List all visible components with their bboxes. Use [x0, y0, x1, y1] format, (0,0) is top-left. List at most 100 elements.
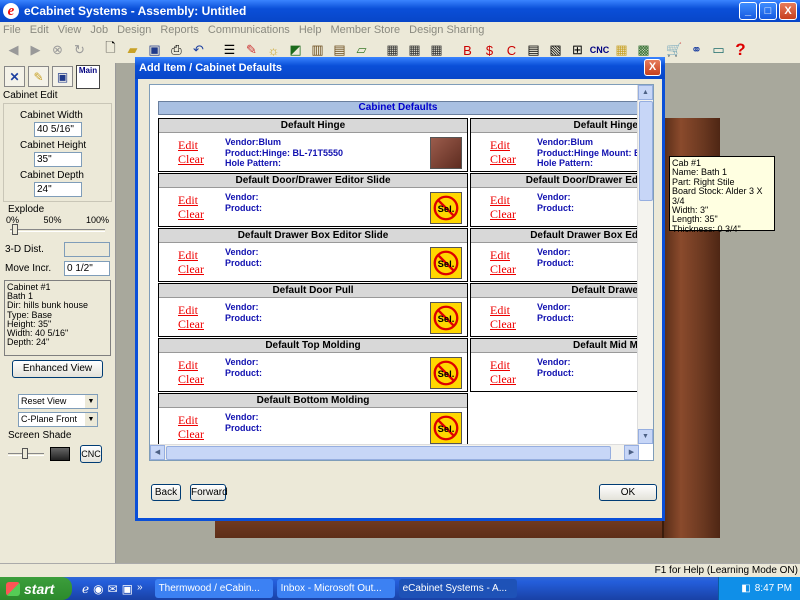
scroll-down-icon[interactable]: ▼ — [638, 429, 653, 444]
screen-shade-slider[interactable] — [8, 447, 44, 459]
clear-link[interactable]: Clear — [178, 152, 204, 166]
forward-arrow-icon[interactable]: ▶ — [26, 41, 45, 60]
cabinet-edit-group: Cabinet Width 40 5/16" Cabinet Height 35… — [3, 103, 112, 202]
status-bar: F1 for Help (Learning Mode ON) — [0, 563, 800, 577]
menu-edit[interactable]: Edit — [30, 24, 49, 36]
edit-link[interactable]: Edit — [178, 303, 204, 317]
horizontal-scrollbar[interactable]: ◀ ▶ — [150, 444, 639, 460]
reset-view-select[interactable]: Reset View ▼ — [18, 394, 98, 409]
new-file-icon[interactable]: 🗋 — [101, 40, 120, 60]
hole-pattern-text: Hole Pattern: — [537, 158, 594, 168]
menu-member-store[interactable]: Member Store — [330, 24, 400, 36]
cnc-button[interactable]: CNC — [80, 445, 102, 463]
tray-icon[interactable]: ◧ — [741, 583, 750, 594]
clear-link[interactable]: Clear — [490, 207, 516, 221]
edit-link[interactable]: Edit — [490, 248, 516, 262]
move-incr-input[interactable]: 0 1/2" — [64, 261, 110, 276]
menu-job[interactable]: Job — [90, 24, 108, 36]
product-text: Product:Hinge Mount: BL — [537, 147, 646, 158]
menu-reports[interactable]: Reports — [160, 24, 199, 36]
product-text: Product: — [537, 202, 574, 213]
outlook-icon[interactable]: ✉ — [108, 582, 118, 596]
ok-button[interactable]: OK — [599, 484, 657, 501]
maximize-button[interactable]: □ — [759, 2, 777, 20]
menu-help[interactable]: Help — [299, 24, 322, 36]
task-ecabinet[interactable]: eCabinet Systems - A... — [398, 579, 517, 598]
clear-link[interactable]: Clear — [178, 372, 204, 386]
select-icon[interactable]: Sel. — [430, 412, 462, 444]
clear-link[interactable]: Clear — [178, 207, 204, 221]
more-icon[interactable]: » — [137, 582, 143, 596]
vertical-scrollbar[interactable]: ▲ ▼ — [637, 85, 653, 444]
menu-communications[interactable]: Communications — [208, 24, 290, 36]
clear-link[interactable]: Clear — [490, 372, 516, 386]
select-icon[interactable]: Sel. — [430, 357, 462, 389]
forward-button[interactable]: Forward — [190, 484, 228, 501]
edit-link[interactable]: Edit — [178, 248, 204, 262]
close-button[interactable]: X — [779, 2, 797, 20]
select-icon[interactable]: Sel. — [430, 302, 462, 334]
select-icon[interactable]: Sel. — [430, 247, 462, 279]
cabinet-height-input[interactable]: 35" — [34, 152, 82, 167]
horizontal-scroll-thumb[interactable] — [166, 446, 611, 460]
select-icon[interactable]: Sel. — [430, 192, 462, 224]
clear-link[interactable]: Clear — [178, 317, 204, 331]
edit-link[interactable]: Edit — [178, 138, 204, 152]
media-icon[interactable]: ◉ — [93, 582, 103, 596]
edit-link[interactable]: Edit — [490, 193, 516, 207]
clear-link[interactable]: Clear — [490, 262, 516, 276]
delete-x-icon[interactable]: ✕ — [4, 66, 25, 87]
cplane-select[interactable]: C-Plane Front ▼ — [18, 412, 98, 427]
cabinet-width-input[interactable]: 40 5/16" — [34, 122, 82, 137]
back-arrow-icon[interactable]: ◀ — [4, 41, 23, 60]
edit-link[interactable]: Edit — [178, 193, 204, 207]
explode-slider[interactable] — [10, 224, 105, 235]
handshake-icon[interactable]: ⚭ — [687, 41, 706, 60]
edit-link[interactable]: Edit — [178, 358, 204, 372]
edit-link[interactable]: Edit — [490, 358, 516, 372]
help-icon[interactable]: ? — [731, 40, 750, 60]
dialog-close-button[interactable]: X — [644, 59, 661, 76]
stop-icon[interactable]: ⊗ — [48, 41, 67, 60]
task-inbox[interactable]: Inbox - Microsoft Out... — [276, 579, 395, 598]
hinge-image-icon[interactable] — [430, 137, 462, 169]
menu-view[interactable]: View — [58, 24, 82, 36]
ie-icon[interactable]: ℯ — [82, 582, 89, 596]
vertical-scroll-thumb[interactable] — [639, 101, 653, 201]
dist-input[interactable] — [64, 242, 110, 257]
shade-swatch — [50, 447, 70, 461]
main-tab[interactable]: Main — [76, 64, 100, 89]
clear-link[interactable]: Clear — [178, 427, 204, 441]
refresh-icon[interactable]: ↻ — [70, 41, 89, 60]
save-disk-icon[interactable]: ▣ — [52, 66, 73, 87]
scroll-up-icon[interactable]: ▲ — [638, 85, 653, 100]
clear-link[interactable]: Clear — [490, 317, 516, 331]
explode-slider-thumb[interactable] — [12, 224, 18, 235]
start-button[interactable]: start — [0, 577, 72, 600]
scroll-left-icon[interactable]: ◀ — [150, 445, 165, 460]
edit-pencil-icon[interactable]: ✎ — [28, 66, 49, 87]
screen-shade-thumb[interactable] — [22, 447, 28, 459]
chevron-down-icon[interactable]: ▼ — [85, 413, 97, 426]
back-button[interactable]: Back — [151, 484, 181, 501]
task-thermwood[interactable]: Thermwood / eCabin... — [154, 579, 273, 598]
clear-link[interactable]: Clear — [178, 262, 204, 276]
chevron-down-icon[interactable]: ▼ — [85, 395, 97, 408]
cart-icon[interactable]: 🛒 — [665, 41, 684, 60]
scroll-right-icon[interactable]: ▶ — [624, 445, 639, 460]
menu-design-sharing[interactable]: Design Sharing — [409, 24, 484, 36]
cabinet-depth-input[interactable]: 24" — [34, 182, 82, 197]
monitor-icon[interactable]: ▭ — [709, 41, 728, 60]
enhanced-view-button[interactable]: Enhanced View — [12, 360, 103, 378]
defaults-scroll-pane[interactable]: Cabinet Defaults Default Hinge Edit Clea… — [149, 84, 654, 461]
edit-link[interactable]: Edit — [490, 303, 516, 317]
product-text: Product: — [537, 367, 574, 378]
menu-design[interactable]: Design — [117, 24, 151, 36]
app-icon[interactable]: ▣ — [122, 582, 133, 596]
edit-link[interactable]: Edit — [490, 138, 516, 152]
left-panel-toolbar: ✕ ✎ ▣ Main — [0, 63, 115, 90]
minimize-button[interactable]: _ — [739, 2, 757, 20]
edit-link[interactable]: Edit — [178, 413, 204, 427]
menu-file[interactable]: File — [3, 24, 21, 36]
clear-link[interactable]: Clear — [490, 152, 516, 166]
